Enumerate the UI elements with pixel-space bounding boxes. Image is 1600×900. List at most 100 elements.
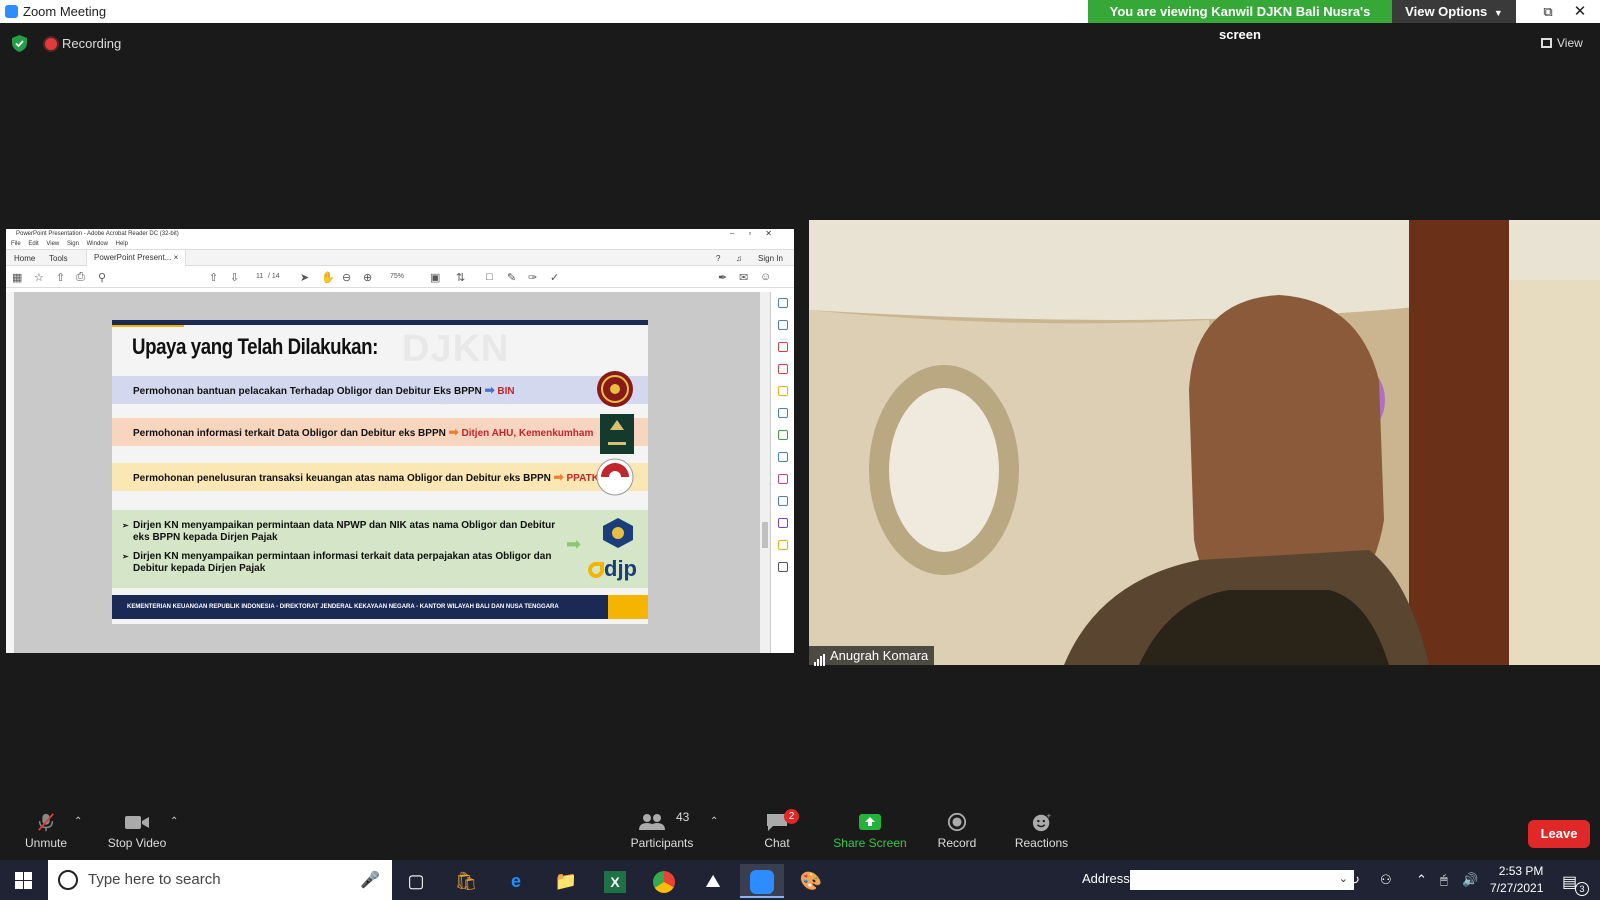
windows-start-button[interactable] bbox=[15, 872, 32, 889]
scrollbar-thumb[interactable] bbox=[762, 522, 768, 548]
menu-help[interactable]: Help bbox=[116, 241, 128, 247]
unmute-button[interactable]: Unmute bbox=[20, 812, 72, 850]
photos-icon[interactable]: ⛰ bbox=[691, 864, 735, 898]
slide-row-ahu: Permohonan informasi terkait Data Obligo… bbox=[112, 418, 648, 446]
create-pdf-icon[interactable] bbox=[778, 364, 788, 374]
refresh-icon[interactable]: ↻ bbox=[1349, 872, 1360, 888]
menu-file[interactable]: File bbox=[11, 241, 21, 247]
fill-sign-icon[interactable]: ✒ bbox=[718, 271, 727, 284]
file-explorer-icon[interactable]: 📁 bbox=[544, 864, 588, 898]
audio-options-chevron-up-icon[interactable]: ⌃ bbox=[74, 816, 82, 827]
email-icon[interactable]: ✉ bbox=[739, 271, 748, 284]
paint-icon[interactable]: 🎨 bbox=[789, 864, 833, 898]
sign-in-link[interactable]: Sign In bbox=[758, 254, 783, 263]
record-button[interactable]: Record bbox=[934, 812, 980, 850]
task-view-icon[interactable]: ▢ bbox=[394, 864, 438, 898]
acrobat-tools-pane bbox=[770, 292, 794, 653]
left-panel-collapse[interactable] bbox=[6, 292, 14, 653]
unmute-label: Unmute bbox=[24, 836, 68, 850]
settings-tool-icon[interactable] bbox=[778, 562, 788, 572]
print-icon[interactable]: ⎙ bbox=[76, 271, 85, 284]
microsoft-store-icon[interactable]: 🛍 bbox=[444, 864, 488, 898]
search-tool-icon[interactable] bbox=[778, 298, 788, 308]
upload-icon[interactable]: ⇧ bbox=[56, 271, 65, 284]
zoom-search-icon[interactable]: ⚲ bbox=[98, 271, 106, 284]
scan-ocr-icon[interactable] bbox=[778, 452, 788, 462]
slide-bullet-item: Dirjen KN menyampaikan permintaan inform… bbox=[122, 551, 562, 575]
stamp-icon[interactable]: ✓ bbox=[550, 271, 559, 284]
highlight-pen-icon[interactable]: ✎ bbox=[507, 271, 516, 284]
view-options-button[interactable]: View Options ▼ bbox=[1392, 0, 1516, 23]
comment-icon[interactable]: □ bbox=[486, 271, 493, 283]
edit-pdf-icon[interactable] bbox=[778, 342, 788, 352]
slide-bullet-item: Dirjen KN menyampaikan permintaan data N… bbox=[122, 520, 562, 544]
zoom-taskbar-icon[interactable] bbox=[740, 864, 784, 898]
protect-icon[interactable] bbox=[778, 496, 788, 506]
page-number[interactable]: 11 bbox=[256, 273, 263, 280]
draw-icon[interactable]: ✑ bbox=[528, 271, 537, 284]
request-signature-icon[interactable] bbox=[778, 518, 788, 528]
bookmark-star-icon[interactable]: ☆ bbox=[34, 271, 44, 284]
menu-sign[interactable]: Sign bbox=[67, 241, 79, 247]
export-pdf-icon[interactable] bbox=[778, 320, 788, 330]
document-viewport[interactable]: DJKN ACTION Upaya yang Telah Dilakukan: … bbox=[6, 292, 794, 653]
chrome-icon[interactable] bbox=[642, 864, 686, 898]
address-input[interactable]: ⌄ bbox=[1130, 870, 1354, 890]
combine-files-icon[interactable] bbox=[778, 408, 788, 418]
close-icon: ✕ bbox=[1573, 3, 1587, 20]
next-page-icon[interactable]: ⇩ bbox=[230, 271, 239, 284]
scroll-mode-icon[interactable]: ⇅ bbox=[456, 271, 465, 284]
stop-video-button[interactable]: Stop Video bbox=[104, 812, 170, 850]
share-user-icon[interactable]: ☺ bbox=[760, 271, 771, 283]
participants-options-chevron-up-icon[interactable]: ⌃ bbox=[710, 816, 718, 827]
fit-page-icon[interactable]: ▣ bbox=[430, 271, 440, 284]
tab-tools[interactable]: Tools bbox=[49, 254, 68, 263]
share-screen-button[interactable]: Share Screen bbox=[832, 812, 908, 850]
network-icon[interactable]: 🖱 bbox=[1440, 872, 1448, 888]
bell-icon[interactable]: ♫ bbox=[736, 254, 742, 263]
people-icon[interactable]: ⚇ bbox=[1380, 872, 1392, 888]
taskbar-search-box[interactable]: Type here to search 🎤 bbox=[48, 860, 392, 900]
close-window-button[interactable]: ✕ bbox=[1560, 0, 1600, 23]
tab-document[interactable]: PowerPoint Present... × bbox=[86, 250, 187, 266]
fill-sign-tool-icon[interactable] bbox=[778, 474, 788, 484]
arrow-right-icon: ➡ bbox=[448, 425, 459, 439]
save-icon[interactable]: ▦ bbox=[12, 271, 22, 284]
document-scrollbar[interactable] bbox=[760, 292, 770, 653]
leave-button[interactable]: Leave bbox=[1528, 820, 1590, 848]
help-icon[interactable]: ? bbox=[716, 254, 720, 263]
zoom-out-icon[interactable]: ⊖ bbox=[342, 271, 351, 284]
taskbar-clock[interactable]: 2:53 PM 7/27/2021 bbox=[1490, 863, 1543, 897]
menu-window[interactable]: Window bbox=[87, 241, 108, 247]
more-tools-icon[interactable] bbox=[778, 540, 788, 550]
restore-icon: ⧉ bbox=[1543, 4, 1553, 19]
prev-page-icon[interactable]: ⇧ bbox=[209, 271, 218, 284]
chevron-down-icon[interactable]: ⌄ bbox=[1339, 872, 1348, 885]
shared-screen[interactable]: PowerPoint Presentation - Adobe Acrobat … bbox=[6, 229, 794, 653]
edge-browser-icon[interactable]: e bbox=[494, 864, 538, 898]
organize-pages-icon[interactable] bbox=[778, 430, 788, 440]
djp-logo-text: djp bbox=[604, 556, 637, 581]
tab-home[interactable]: Home bbox=[14, 254, 35, 263]
encryption-shield-icon[interactable] bbox=[12, 35, 27, 52]
show-hidden-icons-chevron-up-icon[interactable]: ⌃ bbox=[1416, 872, 1427, 888]
reactions-button[interactable]: + Reactions bbox=[1011, 812, 1073, 850]
zoom-in-icon[interactable]: ⊕ bbox=[363, 271, 372, 284]
recording-indicator[interactable]: Recording bbox=[45, 36, 121, 51]
excel-icon[interactable]: X bbox=[593, 864, 637, 898]
menu-view[interactable]: View bbox=[46, 241, 59, 247]
select-cursor-icon[interactable]: ➤ bbox=[300, 271, 309, 284]
arrow-right-icon: ➡ bbox=[566, 534, 582, 554]
volume-icon[interactable]: 🔊 bbox=[1462, 872, 1478, 888]
menu-edit[interactable]: Edit bbox=[28, 241, 38, 247]
view-layout-button[interactable]: View bbox=[1541, 36, 1583, 50]
zoom-level[interactable]: 75% bbox=[390, 273, 404, 280]
video-options-chevron-up-icon[interactable]: ⌃ bbox=[170, 816, 178, 827]
meeting-controls-bar bbox=[0, 805, 1600, 860]
bin-logo-icon bbox=[597, 371, 633, 407]
comment-tool-icon[interactable] bbox=[778, 386, 788, 396]
microphone-icon[interactable]: 🎤 bbox=[360, 870, 380, 890]
participants-label: Participants bbox=[630, 836, 694, 850]
hand-tool-icon[interactable]: ✋ bbox=[321, 271, 335, 284]
participant-video[interactable] bbox=[809, 220, 1600, 665]
